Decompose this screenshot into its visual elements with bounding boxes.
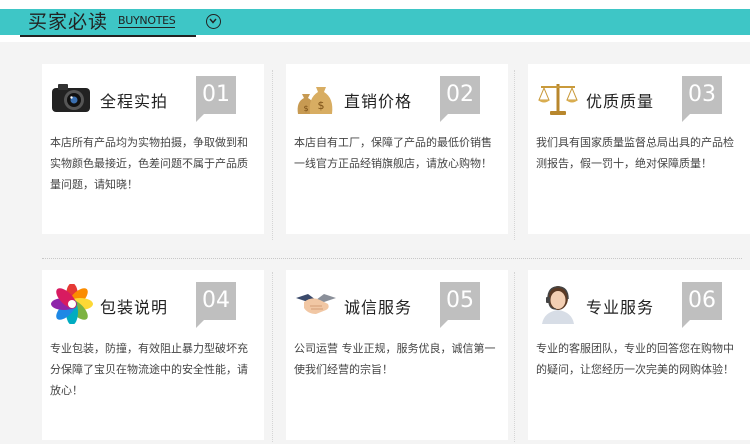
- column-divider: [272, 70, 273, 240]
- feature-title: 专业服务: [586, 298, 655, 317]
- feature-card-2: $ $ 直销价格 02 本店自有工厂，保障了产品的最低价销售一线官方正品经销旗舰…: [286, 64, 508, 234]
- feature-card-4: 包装说明 04 专业包装，防撞，有效阻止暴力型破坏充分保障了宝贝在物流途中的安全…: [42, 270, 264, 440]
- feature-card-5: 诚信服务 05 公司运营 专业正规，服务优良，诚信第一使我们经营的宗旨！: [286, 270, 508, 440]
- feature-title: 全程实拍: [100, 92, 169, 111]
- color-petals-icon: [50, 283, 94, 325]
- feature-number: 04: [196, 282, 236, 328]
- feature-number: 05: [440, 282, 480, 328]
- feature-description: 专业包装，防撞，有效阻止暴力型破坏充分保障了宝贝在物流途中的安全性能，请放心！: [50, 342, 248, 397]
- header: 买家必读 BUYNOTES: [0, 0, 750, 42]
- feature-description: 专业的客服团队，专业的回答您在购物中的疑问，让您经历一次完美的网购体验！: [536, 342, 734, 376]
- feature-number: 03: [682, 76, 722, 122]
- feature-title: 包装说明: [100, 298, 169, 317]
- svg-text:$: $: [318, 99, 325, 112]
- feature-description: 公司运营 专业正规，服务优良，诚信第一使我们经营的宗旨！: [294, 342, 496, 376]
- money-bags-icon: $ $: [294, 78, 338, 118]
- scales-icon: [536, 78, 580, 118]
- feature-description: 本店所有产品均为实物拍摄，争取做到和实物颜色最接近，色差问题不属于产品质量问题，…: [50, 136, 248, 191]
- camera-icon: [50, 78, 94, 118]
- section-title: 买家必读: [28, 11, 109, 33]
- svg-text:$: $: [303, 104, 308, 113]
- title-underline: [20, 35, 196, 37]
- feature-number: 01: [196, 76, 236, 122]
- row-divider: [42, 258, 742, 259]
- feature-number: 06: [682, 282, 722, 328]
- feature-title: 诚信服务: [344, 298, 413, 317]
- feature-card-6: 专业服务 06 专业的客服团队，专业的回答您在购物中的疑问，让您经历一次完美的网…: [528, 270, 750, 440]
- header-band: [0, 9, 750, 35]
- column-divider: [514, 70, 515, 240]
- headset-agent-icon: [536, 284, 580, 324]
- handshake-icon: [294, 284, 338, 324]
- feature-title: 优质质量: [586, 92, 655, 111]
- feature-card-1: 全程实拍 01 本店所有产品均为实物拍摄，争取做到和实物颜色最接近，色差问题不属…: [42, 64, 264, 234]
- column-divider: [514, 272, 515, 442]
- feature-card-3: 优质质量 03 我们具有国家质量监督总局出具的产品检测报告，假一罚十，绝对保障质…: [528, 64, 750, 234]
- section-subtitle: BUYNOTES: [118, 14, 176, 28]
- chevron-down-icon[interactable]: [206, 14, 221, 29]
- feature-description: 我们具有国家质量监督总局出具的产品检测报告，假一罚十，绝对保障质量！: [536, 136, 734, 170]
- feature-description: 本店自有工厂，保障了产品的最低价销售一线官方正品经销旗舰店，请放心购物！: [294, 136, 492, 170]
- feature-title: 直销价格: [344, 92, 413, 111]
- column-divider: [272, 272, 273, 442]
- feature-number: 02: [440, 76, 480, 122]
